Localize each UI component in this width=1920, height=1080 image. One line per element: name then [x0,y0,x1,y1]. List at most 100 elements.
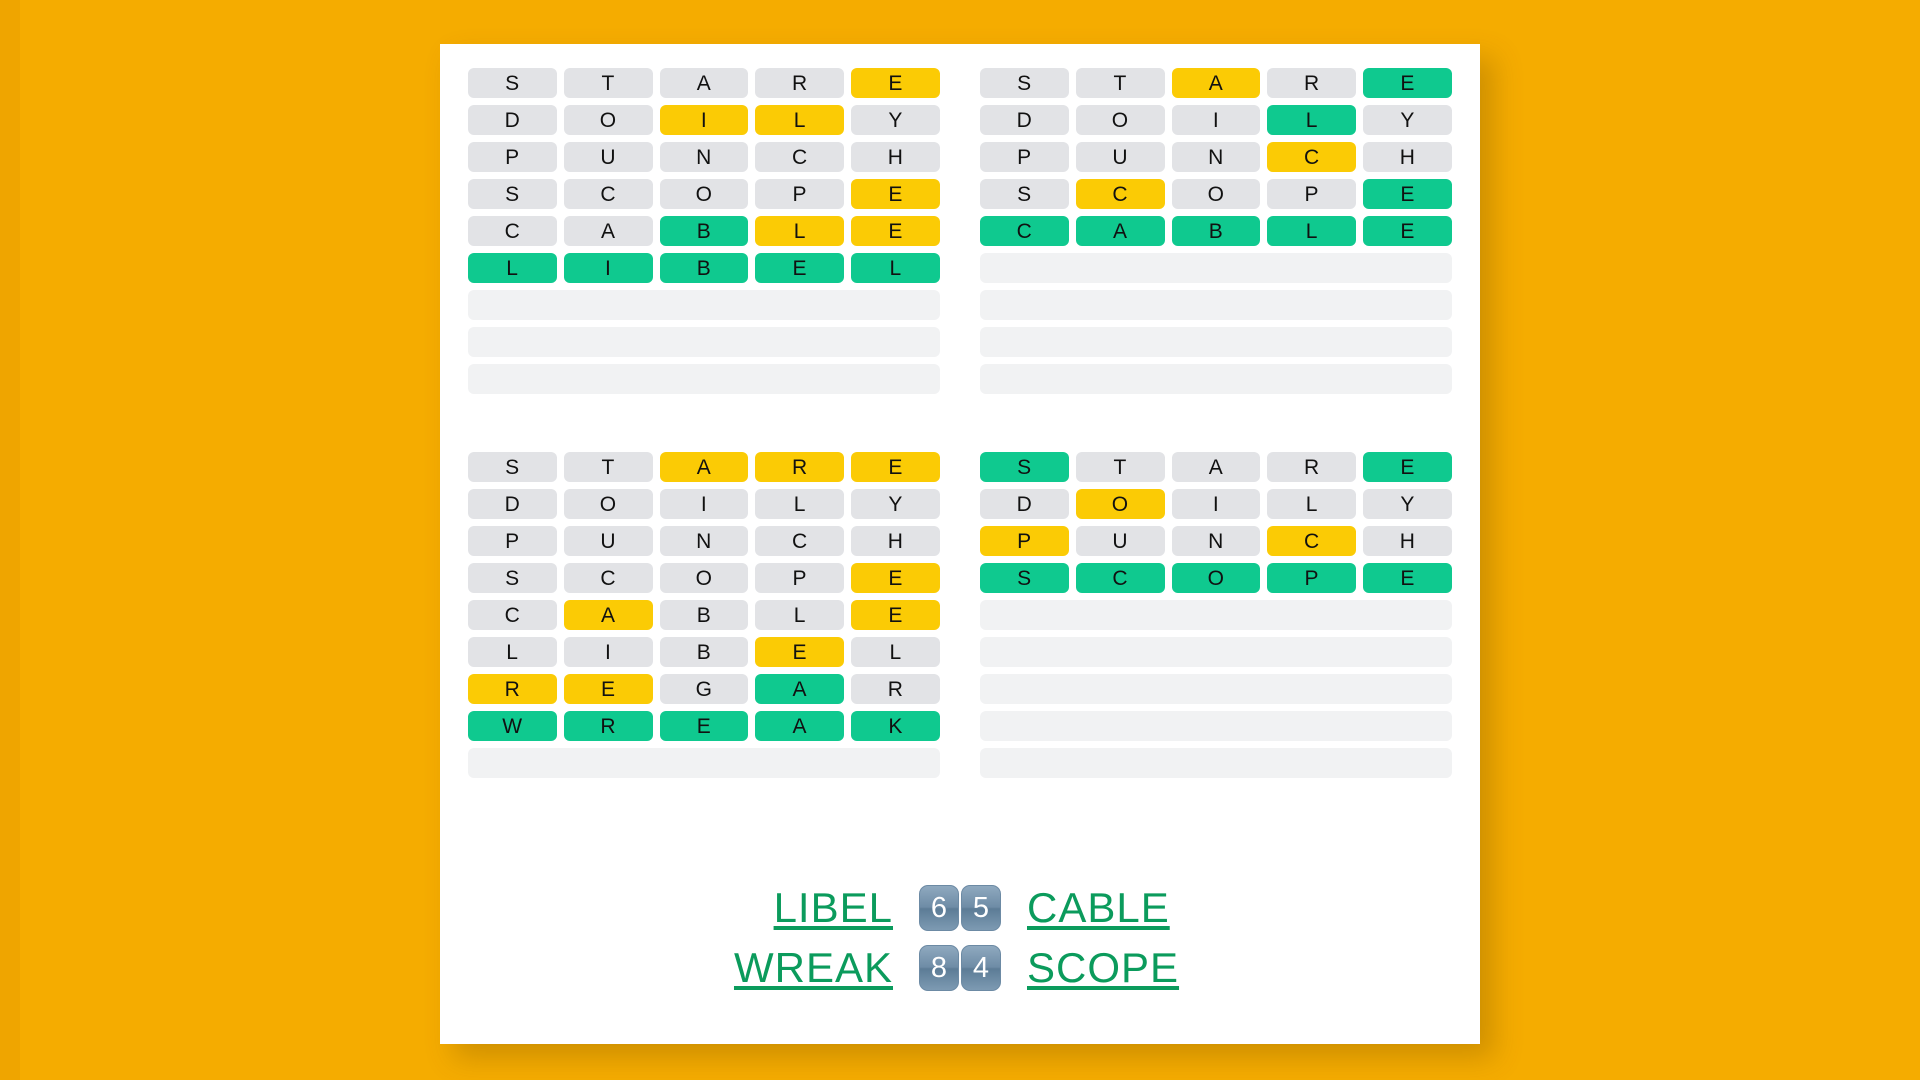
answer-word-wreak[interactable]: WREAK [705,944,893,992]
letter-tile-green: E [1363,68,1452,98]
letter-tile-yellow: E [851,600,940,630]
letter-tile-green: C [980,216,1069,246]
guess-count-pair-2: 8 4 [919,945,1001,991]
guess-row: PUNCH [468,142,940,172]
empty-guess-row [980,253,1452,283]
letter-tile-gray: S [980,68,1069,98]
empty-guess-row [980,364,1452,394]
letter-tile-green: R [563,711,653,741]
guess-row: STARE [980,68,1452,98]
letter-tile-gray: U [1075,142,1165,172]
answer-word-libel[interactable]: LIBEL [705,884,893,932]
guess-row: SCOPE [980,179,1452,209]
guess-row: PUNCH [468,526,940,556]
letter-tile-green: E [1363,452,1452,482]
letter-tile-green: A [1075,216,1165,246]
letter-tile-gray: H [1363,526,1452,556]
guess-count-chip-bottom-left: 8 [919,945,959,991]
letter-tile-gray: L [755,600,845,630]
letter-tile-gray: P [755,179,845,209]
letter-tile-gray: D [468,105,557,135]
letter-tile-green: A [755,674,845,704]
empty-guess-row [980,674,1452,704]
quadrant-bottom-right: STAREDOILYPUNCHSCOPE [980,452,1452,778]
letter-tile-yellow: L [755,105,845,135]
letter-tile-gray: S [468,452,557,482]
letter-tile-gray: T [563,452,653,482]
letter-tile-yellow: E [563,674,653,704]
guess-row: DOILY [980,105,1452,135]
letter-tile-yellow: C [1267,142,1357,172]
letter-tile-gray: S [468,563,557,593]
guess-row: DOILY [980,489,1452,519]
letter-tile-yellow: A [563,600,653,630]
letter-tile-gray: C [468,216,557,246]
letter-tile-green: B [659,216,749,246]
letter-tile-green: E [1363,216,1452,246]
letter-tile-yellow: E [755,637,845,667]
letter-tile-gray: D [980,105,1069,135]
guess-row: STARE [468,452,940,482]
answer-line-2: WREAK 8 4 SCOPE [705,944,1215,992]
letter-tile-gray: S [468,179,557,209]
empty-guess-row [468,748,940,778]
empty-guess-row [468,364,940,394]
letter-tile-gray: H [851,526,940,556]
letter-tile-gray: N [1171,526,1261,556]
quordle-results-card: STAREDOILYPUNCHSCOPECABLELIBELSTAREDOILY… [440,44,1480,1044]
letter-tile-green: E [659,711,749,741]
letter-tile-gray: D [468,489,557,519]
guess-row: CABLE [468,600,940,630]
empty-guess-row [980,600,1452,630]
letter-tile-gray: D [980,489,1069,519]
letter-tile-gray: Y [851,105,940,135]
letter-tile-green: O [1171,563,1261,593]
letter-tile-gray: L [755,489,845,519]
letter-tile-gray: H [851,142,940,172]
letter-tile-yellow: E [851,216,940,246]
letter-tile-green: E [1363,563,1452,593]
guess-row: PUNCH [980,142,1452,172]
empty-guess-row [980,748,1452,778]
letter-tile-yellow: L [755,216,845,246]
answer-line-1: LIBEL 6 5 CABLE [705,884,1215,932]
guess-count-pair-1: 6 5 [919,885,1001,931]
letter-tile-yellow: R [755,452,845,482]
letter-tile-yellow: I [659,105,749,135]
letter-tile-gray: Y [1363,489,1452,519]
answer-word-cable[interactable]: CABLE [1027,884,1215,932]
letter-tile-green: L [468,253,557,283]
guess-row: LIBEL [468,253,940,283]
letter-tile-gray: O [1075,105,1165,135]
letter-tile-gray: R [851,674,940,704]
guess-row: STARE [468,68,940,98]
guess-row: DOILY [468,489,940,519]
letter-tile-gray: P [468,142,557,172]
guess-row: DOILY [468,105,940,135]
letter-tile-green: S [980,452,1069,482]
letter-tile-gray: U [563,526,653,556]
letter-tile-gray: A [659,68,749,98]
letter-tile-yellow: O [1075,489,1165,519]
letter-tile-gray: H [1363,142,1452,172]
letter-tile-green: A [755,711,845,741]
letter-tile-gray: R [1267,452,1357,482]
guess-row: LIBEL [468,637,940,667]
letter-tile-gray: O [1171,179,1261,209]
letter-tile-gray: B [659,637,749,667]
letter-tile-gray: N [659,526,749,556]
guess-count-chip-top-right: 5 [961,885,1001,931]
letter-tile-gray: S [980,179,1069,209]
letter-tile-green: P [1267,563,1357,593]
guess-row: CABLE [468,216,940,246]
letter-tile-gray: G [659,674,749,704]
letter-tile-gray: I [1171,489,1261,519]
letter-tile-yellow: P [980,526,1069,556]
letter-tile-green: L [1267,216,1357,246]
letter-tile-gray: N [1171,142,1261,172]
letter-tile-gray: T [1075,452,1165,482]
guess-row: PUNCH [980,526,1452,556]
letter-tile-gray: P [468,526,557,556]
guess-row: SCOPE [468,563,940,593]
answer-word-scope[interactable]: SCOPE [1027,944,1215,992]
